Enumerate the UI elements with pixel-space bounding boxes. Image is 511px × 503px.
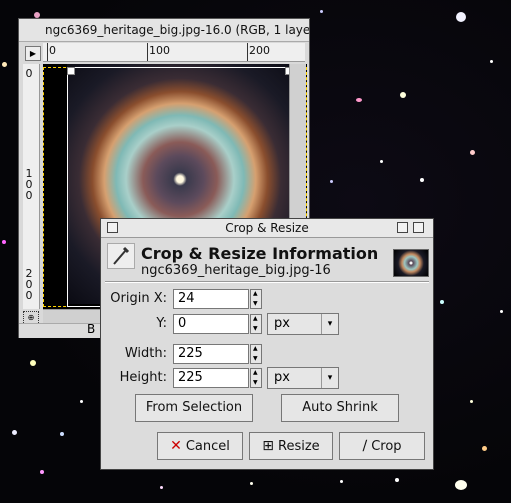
origin-x-spinner[interactable] [250, 289, 262, 309]
horizontal-ruler[interactable]: 0 100 200 [43, 43, 305, 62]
height-spinner[interactable] [250, 368, 262, 388]
origin-unit-select[interactable]: px ▾ [267, 313, 339, 335]
origin-unit-value: px [274, 316, 290, 331]
chevron-down-icon: ▾ [321, 314, 338, 334]
cancel-label: Cancel [185, 439, 230, 454]
dialog-titlebar[interactable]: Crop & Resize [101, 219, 433, 238]
star [80, 400, 83, 403]
star [60, 432, 64, 436]
maximize-icon[interactable] [397, 222, 408, 233]
cancel-icon: ✕ [170, 438, 182, 454]
star [2, 62, 7, 67]
from-selection-button[interactable]: From Selection [135, 394, 253, 422]
vruler-label-200: 2 0 0 [25, 267, 33, 302]
image-window-title: ngc6369_heritage_big.jpg-16.0 (RGB, 1 la… [45, 23, 309, 37]
star [12, 430, 17, 435]
dialog-header-subtitle: ngc6369_heritage_big.jpg-16 [141, 263, 331, 278]
ruler-tick [247, 43, 248, 61]
star [356, 98, 362, 102]
star [482, 446, 487, 451]
star [455, 480, 467, 490]
resize-label: Resize [278, 439, 320, 454]
origin-y-input[interactable]: 0 [173, 314, 249, 334]
height-label: Height: [119, 370, 167, 385]
vruler-label-0: 0 [25, 67, 33, 80]
star [160, 486, 163, 489]
star [490, 60, 493, 63]
ruler-label-100: 100 [149, 44, 170, 57]
ruler-label-200: 200 [249, 44, 270, 57]
star [440, 300, 444, 304]
separator [105, 281, 429, 283]
origin-y-label: Y: [156, 316, 167, 331]
star [330, 180, 333, 183]
crop-label: Crop [371, 439, 402, 454]
image-menu-icon[interactable]: ▶ [25, 46, 41, 61]
origin-x-label: Origin X: [110, 291, 167, 306]
dialog-header-title: Crop & Resize Information [141, 244, 379, 263]
crop-handle-top-left[interactable] [67, 67, 75, 75]
crop-resize-dialog: Crop & Resize Crop & Resize Information … [100, 218, 434, 470]
origin-y-spinner[interactable] [250, 314, 262, 334]
size-unit-select[interactable]: px ▾ [267, 367, 339, 389]
star [320, 10, 323, 13]
image-window-titlebar[interactable]: ngc6369_heritage_big.jpg-16.0 (RGB, 1 la… [19, 19, 309, 42]
crop-tool-icon [107, 243, 135, 269]
star [40, 470, 44, 474]
origin-x-input[interactable]: 24 [173, 289, 249, 309]
width-spinner[interactable] [250, 344, 262, 364]
ruler-label-0: 0 [49, 44, 56, 57]
status-text: B [87, 322, 96, 336]
star [470, 150, 475, 155]
star [2, 240, 6, 244]
dialog-title: Crop & Resize [225, 221, 309, 235]
star [420, 178, 424, 182]
resize-icon: ⊞ [262, 438, 275, 454]
image-thumbnail [393, 249, 429, 277]
star [395, 478, 399, 482]
star [456, 12, 466, 22]
auto-shrink-button[interactable]: Auto Shrink [281, 394, 399, 422]
star [30, 360, 36, 366]
star [470, 400, 473, 403]
star [340, 480, 343, 483]
vruler-label-100: 1 0 0 [25, 167, 33, 202]
cancel-button[interactable]: ✕ Cancel [157, 432, 243, 460]
ruler-tick [147, 43, 148, 61]
star [500, 310, 503, 313]
knife-icon: ∕ [362, 438, 368, 454]
crop-button[interactable]: ∕ Crop [339, 432, 425, 460]
resize-button[interactable]: ⊞ Resize [249, 432, 333, 460]
star [400, 92, 406, 98]
star [250, 482, 253, 485]
vertical-ruler[interactable]: 0 1 0 0 2 0 0 [23, 64, 40, 309]
height-input[interactable]: 225 [173, 368, 249, 388]
chevron-down-icon: ▾ [321, 368, 338, 388]
width-label: Width: [124, 346, 167, 361]
ruler-tick [47, 43, 48, 61]
shade-icon[interactable] [413, 222, 424, 233]
star [380, 160, 383, 163]
width-input[interactable]: 225 [173, 344, 249, 364]
size-unit-value: px [274, 370, 290, 385]
